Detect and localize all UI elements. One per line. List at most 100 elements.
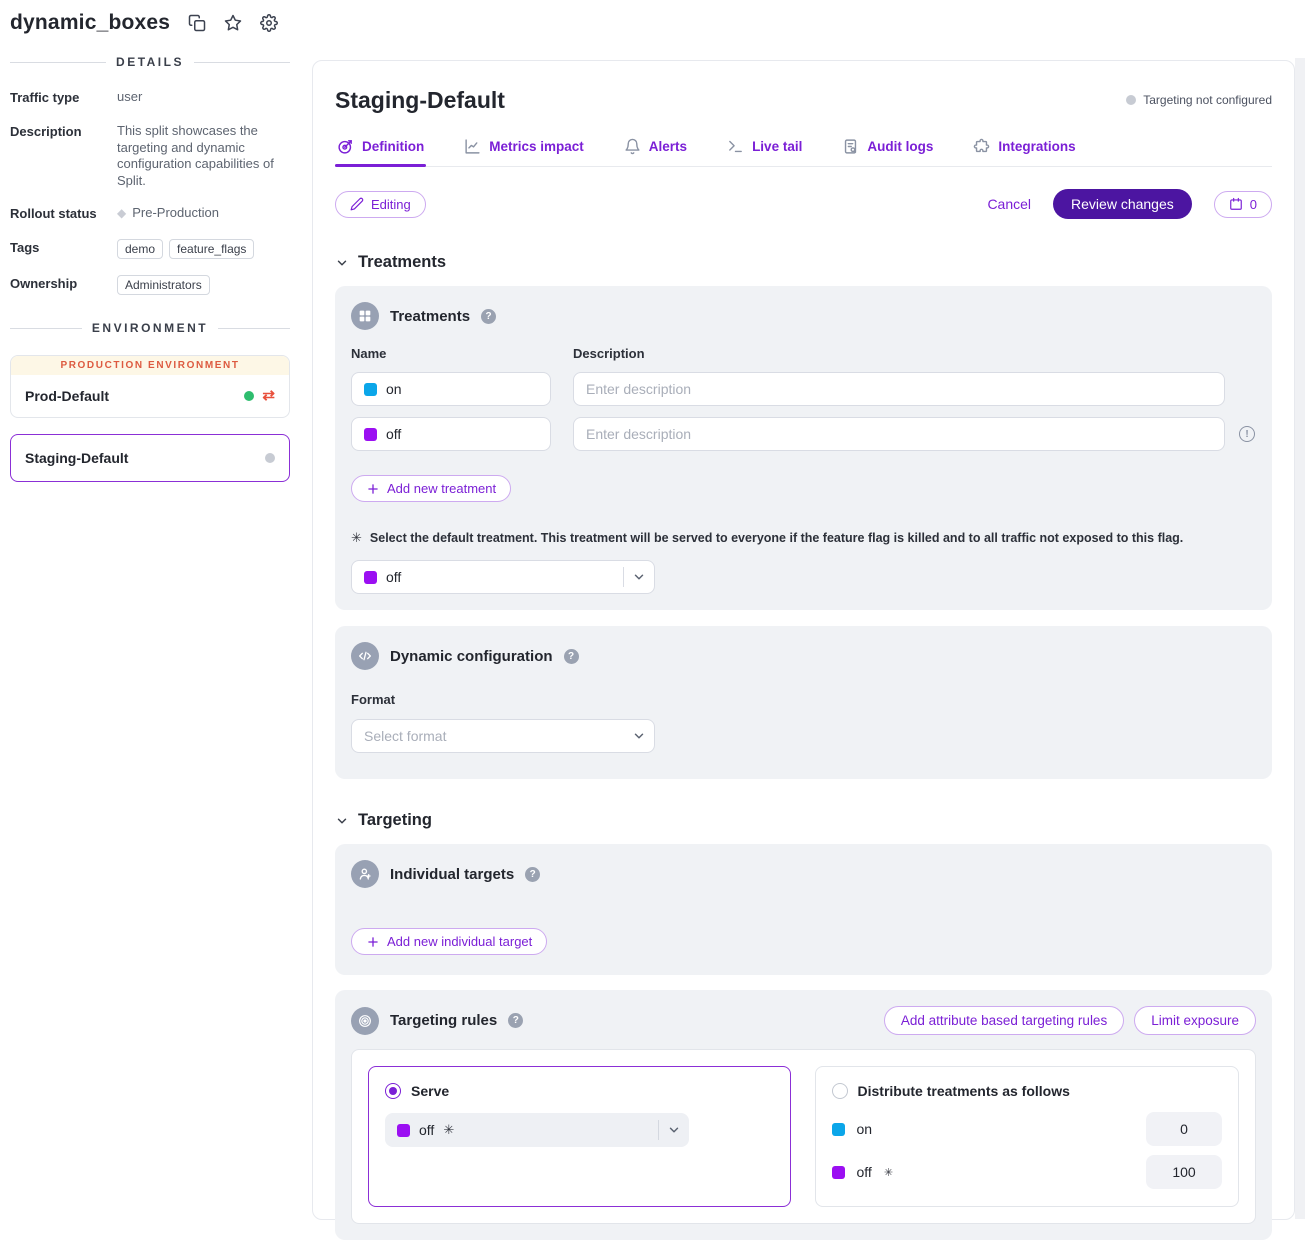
owner-chip[interactable]: Administrators — [117, 275, 210, 295]
name-column-label: Name — [351, 346, 573, 361]
scheduled-changes-button[interactable]: 0 — [1214, 191, 1272, 218]
default-treatment-icon: ✳ — [884, 1166, 893, 1179]
editing-badge[interactable]: Editing — [335, 191, 426, 218]
dynamic-configuration-card: Dynamic configuration ? Format Select fo… — [335, 626, 1272, 779]
star-icon[interactable] — [224, 14, 242, 32]
distribute-radio[interactable] — [832, 1083, 848, 1099]
calendar-icon — [1229, 197, 1243, 211]
distribute-option-card[interactable]: Distribute treatments as follows on 0 of… — [815, 1066, 1240, 1207]
tab-integrations[interactable]: Integrations — [971, 132, 1077, 166]
treatment-color-swatch — [397, 1124, 410, 1137]
sidebar: DETAILS Traffic type user Description Th… — [10, 55, 290, 498]
scrollbar-gutter[interactable] — [1295, 58, 1305, 1219]
bell-icon — [624, 138, 641, 155]
review-changes-button[interactable]: Review changes — [1053, 189, 1192, 219]
sync-arrows-icon[interactable]: ⇄ — [262, 391, 275, 401]
serve-option-card[interactable]: Serve off ✳ — [368, 1066, 791, 1207]
bullseye-icon — [351, 1007, 379, 1035]
tag-chip[interactable]: demo — [117, 239, 163, 259]
targeting-rules-card: Targeting rules ? Add attribute based ta… — [335, 990, 1272, 1240]
format-select[interactable]: Select format — [351, 719, 655, 753]
treatment-color-swatch — [364, 571, 377, 584]
definition-target-icon — [337, 138, 354, 155]
targeting-rule-row: Serve off ✳ Dist — [351, 1049, 1256, 1224]
production-environment-banner: PRODUCTION ENVIRONMENT — [11, 356, 289, 375]
status-dot-gray — [1126, 95, 1136, 105]
puzzle-icon — [973, 138, 990, 155]
tab-bar: Definition Metrics impact Alerts Live ta… — [335, 132, 1272, 167]
treatment-row: on Enter description — [351, 372, 1256, 406]
pencil-icon — [350, 197, 364, 211]
treatment-color-swatch — [364, 428, 377, 441]
serve-treatment-select[interactable]: off ✳ — [385, 1113, 689, 1147]
treatment-row: off Enter description ! — [351, 417, 1256, 451]
code-icon — [351, 642, 379, 670]
default-treatment-icon: ✳ — [443, 1122, 454, 1138]
page-title: dynamic_boxes — [10, 11, 170, 35]
distribution-row: off ✳ 100 — [832, 1155, 1223, 1189]
limit-exposure-button[interactable]: Limit exposure — [1134, 1006, 1256, 1035]
environment-card-staging[interactable]: Staging-Default — [10, 434, 290, 482]
targeting-section-toggle[interactable]: Targeting — [335, 811, 1272, 830]
chevron-down-icon — [335, 814, 349, 828]
default-treatment-select[interactable]: off — [351, 560, 655, 594]
distribution-percent-input[interactable]: 0 — [1146, 1112, 1222, 1146]
rollout-status-row: Rollout status ◆Pre-Production — [10, 205, 290, 223]
terminal-icon — [727, 138, 744, 155]
rollout-diamond-icon: ◆ — [117, 205, 126, 221]
plus-icon — [366, 935, 380, 949]
treatment-color-swatch — [364, 383, 377, 396]
treatment-name-input[interactable]: on — [351, 372, 551, 406]
distribution-percent-input[interactable]: 100 — [1146, 1155, 1222, 1189]
cancel-button[interactable]: Cancel — [987, 196, 1031, 212]
chart-icon — [464, 138, 481, 155]
tab-definition[interactable]: Definition — [335, 132, 426, 166]
treatments-card: Treatments ? Name Description on Enter d… — [335, 286, 1272, 610]
help-icon[interactable]: ? — [481, 309, 496, 324]
chevron-down-icon — [659, 1123, 689, 1137]
environment-panel: Staging-Default Targeting not configured… — [312, 60, 1295, 1220]
tab-audit-logs[interactable]: Audit logs — [840, 132, 935, 166]
tab-metrics-impact[interactable]: Metrics impact — [462, 132, 586, 166]
environment-card-prod[interactable]: PRODUCTION ENVIRONMENT Prod-Default ⇄ — [10, 355, 290, 418]
tag-chip[interactable]: feature_flags — [169, 239, 254, 259]
environment-section-header: ENVIRONMENT — [10, 321, 290, 335]
top-bar: dynamic_boxes — [10, 0, 278, 46]
details-section-header: DETAILS — [10, 55, 290, 69]
environment-name: Staging-Default — [25, 450, 128, 466]
individual-targets-card: Individual targets ? Add new individual … — [335, 844, 1272, 975]
format-label: Format — [351, 692, 1256, 707]
chevron-down-icon — [624, 570, 654, 584]
environment-name: Prod-Default — [25, 388, 109, 404]
add-new-individual-target-button[interactable]: Add new individual target — [351, 928, 547, 955]
description-column-label: Description — [573, 346, 645, 361]
help-icon[interactable]: ? — [564, 649, 579, 664]
add-new-treatment-button[interactable]: Add new treatment — [351, 475, 511, 502]
treatment-description-input[interactable]: Enter description — [573, 372, 1225, 406]
info-icon[interactable]: ! — [1239, 426, 1255, 442]
copy-icon[interactable] — [188, 14, 206, 32]
gear-icon[interactable] — [260, 14, 278, 32]
traffic-type-row: Traffic type user — [10, 89, 290, 107]
plus-icon — [366, 482, 380, 496]
serve-radio[interactable] — [385, 1083, 401, 1099]
treatments-grid-icon — [351, 302, 379, 330]
treatment-name-input[interactable]: off — [351, 417, 551, 451]
ownership-row: Ownership Administrators — [10, 275, 290, 295]
targeting-status-badge: Targeting not configured — [1126, 93, 1272, 107]
status-dot-gray — [265, 453, 275, 463]
tags-row: Tags demo feature_flags — [10, 239, 290, 259]
treatment-description-input[interactable]: Enter description — [573, 417, 1225, 451]
status-dot-green — [244, 391, 254, 401]
environment-title: Staging-Default — [335, 87, 505, 114]
tab-live-tail[interactable]: Live tail — [725, 132, 804, 166]
treatment-color-swatch — [832, 1123, 845, 1136]
treatments-section-toggle[interactable]: Treatments — [335, 253, 1272, 272]
default-treatment-note: Select the default treatment. This treat… — [370, 531, 1183, 545]
default-treatment-icon: ✳ — [351, 530, 362, 546]
add-attribute-rules-button[interactable]: Add attribute based targeting rules — [884, 1006, 1124, 1035]
help-icon[interactable]: ? — [525, 867, 540, 882]
person-plus-icon — [351, 860, 379, 888]
tab-alerts[interactable]: Alerts — [622, 132, 689, 166]
help-icon[interactable]: ? — [508, 1013, 523, 1028]
